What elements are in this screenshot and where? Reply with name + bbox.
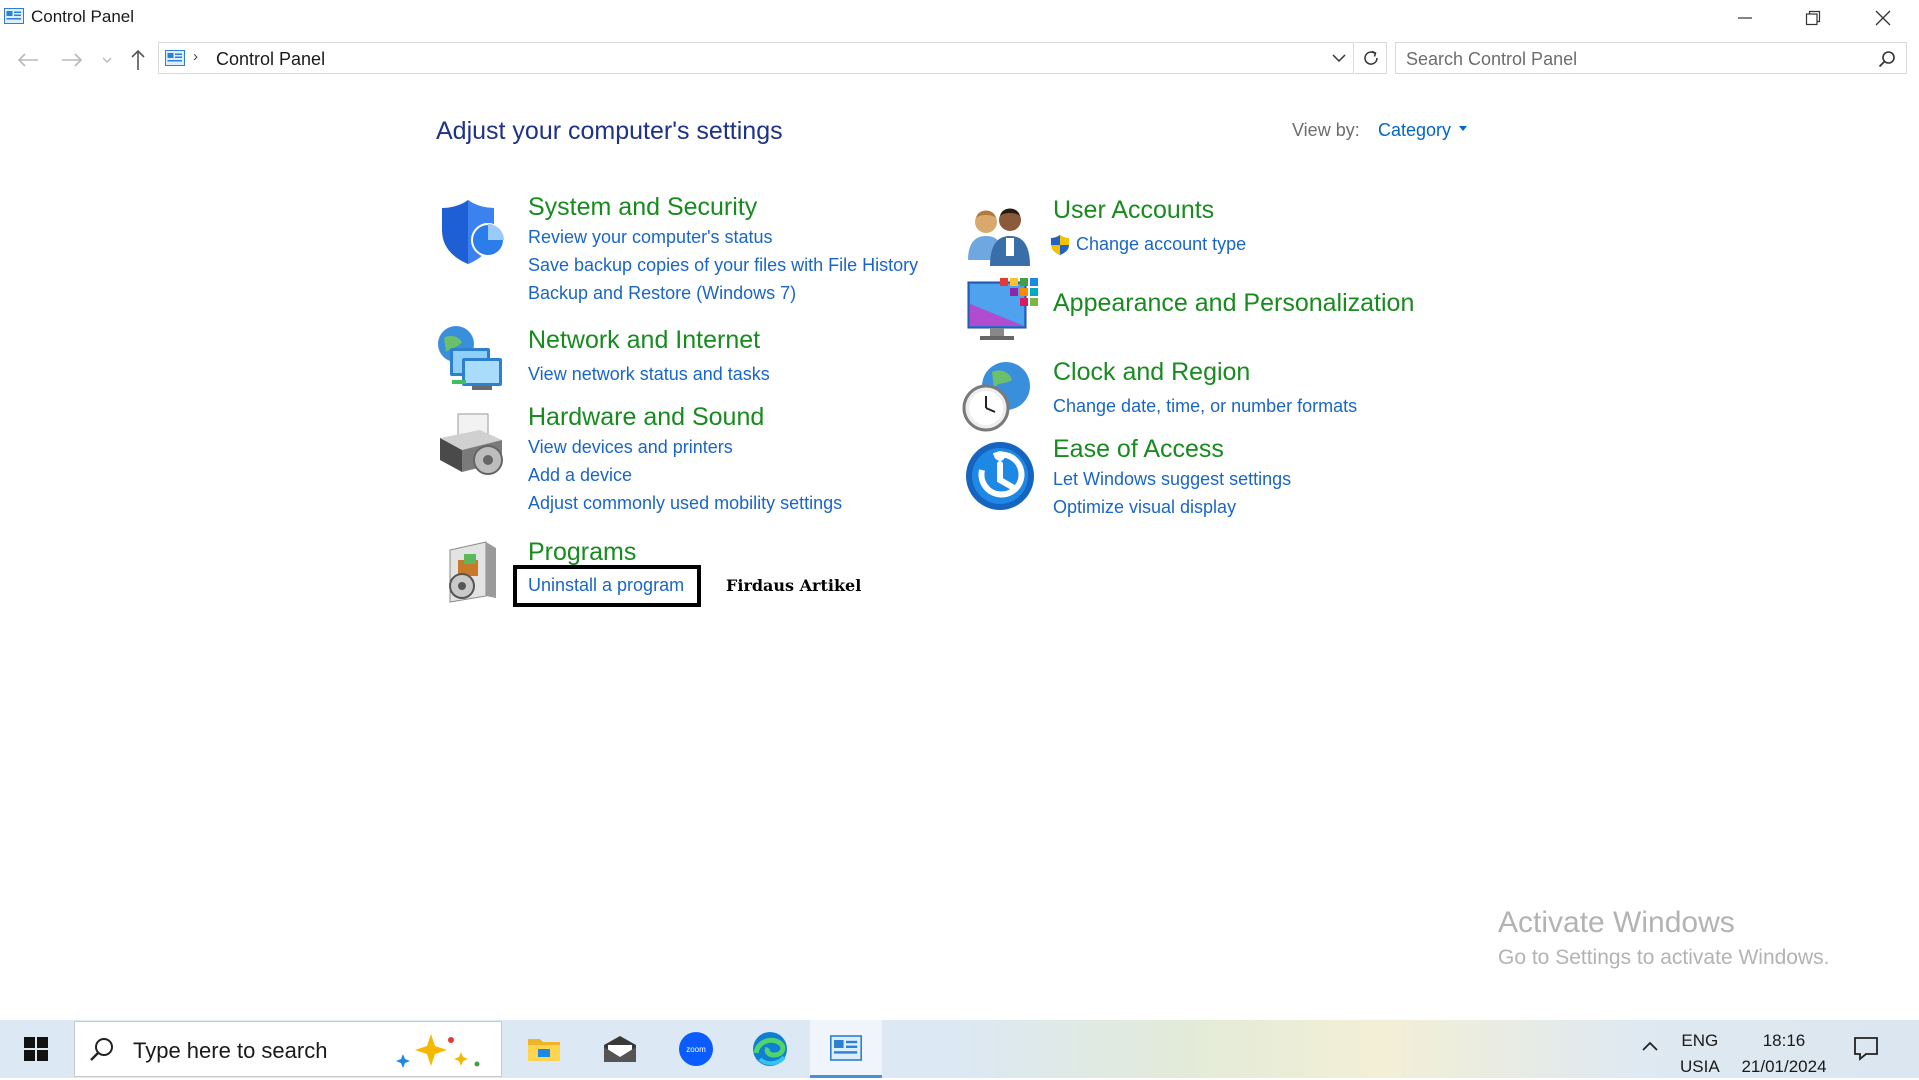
control-panel-icon bbox=[830, 1034, 862, 1061]
author-watermark: Firdaus Artikel bbox=[726, 576, 862, 595]
clock-globe-icon[interactable] bbox=[962, 360, 1034, 432]
chevron-down-icon bbox=[102, 57, 112, 63]
breadcrumb-chevron-icon[interactable]: › bbox=[193, 48, 198, 65]
restore-button[interactable] bbox=[1778, 0, 1848, 36]
page-title: Adjust your computer's settings bbox=[436, 117, 783, 145]
highlight-box bbox=[513, 565, 701, 607]
ease-of-access-icon[interactable] bbox=[964, 440, 1036, 512]
mail-icon bbox=[604, 1036, 636, 1062]
link-windows-suggest-settings[interactable]: Let Windows suggest settings bbox=[1053, 469, 1291, 490]
minimize-icon bbox=[1738, 17, 1752, 19]
search-icon bbox=[1878, 51, 1895, 68]
close-button[interactable] bbox=[1848, 0, 1918, 36]
view-by-dropdown[interactable]: Category bbox=[1378, 120, 1468, 141]
printer-icon[interactable] bbox=[436, 410, 508, 482]
link-review-computer-status[interactable]: Review your computer's status bbox=[528, 227, 773, 248]
copilot-sparkle-icon[interactable] bbox=[393, 1030, 489, 1070]
category-title-ease-of-access[interactable]: Ease of Access bbox=[1053, 435, 1224, 464]
restore-icon bbox=[1805, 10, 1821, 26]
uac-shield-icon bbox=[1051, 235, 1069, 255]
category-title-hardware-and-sound[interactable]: Hardware and Sound bbox=[528, 403, 764, 432]
up-button[interactable] bbox=[126, 48, 150, 72]
refresh-icon bbox=[1363, 50, 1378, 65]
control-panel-icon bbox=[165, 50, 185, 66]
network-icon[interactable] bbox=[436, 322, 508, 394]
breadcrumb-control-panel[interactable]: Control Panel bbox=[216, 49, 325, 70]
category-title-system-and-security[interactable]: System and Security bbox=[528, 193, 757, 222]
control-panel-icon bbox=[4, 8, 24, 24]
category-title-clock-and-region[interactable]: Clock and Region bbox=[1053, 358, 1250, 387]
language-indicator[interactable]: ENG USIA bbox=[1680, 1028, 1720, 1080]
minimize-button[interactable] bbox=[1710, 0, 1780, 36]
taskbar: Type here to search zoom ENG USIA 18:16 … bbox=[0, 1020, 1919, 1078]
link-optimize-visual-display[interactable]: Optimize visual display bbox=[1053, 497, 1236, 518]
link-change-account-type[interactable]: Change account type bbox=[1076, 234, 1246, 255]
keyboard-layout: USIA bbox=[1680, 1057, 1720, 1076]
search-placeholder: Search Control Panel bbox=[1406, 49, 1578, 69]
edge-icon bbox=[753, 1032, 787, 1066]
link-network-status[interactable]: View network status and tasks bbox=[528, 364, 770, 385]
arrow-right-icon bbox=[62, 53, 83, 67]
file-explorer-icon bbox=[528, 1039, 560, 1061]
address-bar[interactable]: › Control Panel bbox=[158, 42, 1354, 74]
refresh-button[interactable] bbox=[1355, 42, 1387, 74]
chevron-up-icon[interactable] bbox=[1640, 1036, 1660, 1056]
link-file-history[interactable]: Save backup copies of your files with Fi… bbox=[528, 255, 918, 276]
monitor-palette-icon[interactable] bbox=[966, 276, 1038, 348]
arrow-up-icon bbox=[131, 49, 145, 70]
taskbar-zoom[interactable]: zoom bbox=[660, 1020, 732, 1078]
view-by-label: View by: bbox=[1292, 120, 1360, 140]
view-by-value: Category bbox=[1378, 120, 1452, 140]
category-title-appearance[interactable]: Appearance and Personalization bbox=[1053, 289, 1414, 318]
zoom-icon: zoom bbox=[679, 1032, 713, 1066]
search-icon bbox=[90, 1038, 113, 1061]
language-code: ENG bbox=[1681, 1031, 1719, 1050]
link-add-device[interactable]: Add a device bbox=[528, 465, 632, 486]
activate-windows-subtitle: Go to Settings to activate Windows. bbox=[1498, 946, 1830, 969]
programs-icon[interactable] bbox=[440, 536, 512, 608]
category-title-network-and-internet[interactable]: Network and Internet bbox=[528, 326, 760, 355]
back-button[interactable] bbox=[16, 48, 40, 72]
forward-button[interactable] bbox=[60, 48, 84, 72]
category-title-user-accounts[interactable]: User Accounts bbox=[1053, 196, 1214, 225]
taskbar-file-explorer[interactable] bbox=[508, 1020, 580, 1078]
activate-windows-title: Activate Windows bbox=[1498, 906, 1735, 939]
search-input[interactable]: Search Control Panel bbox=[1395, 42, 1907, 74]
recent-locations-button[interactable] bbox=[98, 48, 116, 72]
link-mobility-settings[interactable]: Adjust commonly used mobility settings bbox=[528, 493, 842, 514]
zoom-label: zoom bbox=[686, 1045, 706, 1054]
close-icon bbox=[1875, 10, 1891, 26]
category-title-programs[interactable]: Programs bbox=[528, 538, 636, 567]
chevron-down-icon[interactable] bbox=[1331, 50, 1347, 66]
taskbar-edge[interactable] bbox=[734, 1020, 806, 1078]
taskbar-search-placeholder: Type here to search bbox=[133, 1038, 328, 1063]
windows-logo-icon bbox=[24, 1037, 48, 1061]
clock-time: 18:16 bbox=[1762, 1031, 1806, 1050]
link-date-time-formats[interactable]: Change date, time, or number formats bbox=[1053, 396, 1357, 417]
arrow-left-icon bbox=[17, 53, 38, 67]
notification-icon[interactable] bbox=[1852, 1034, 1880, 1062]
taskbar-search-input[interactable]: Type here to search bbox=[74, 1021, 502, 1077]
taskbar-mail[interactable] bbox=[584, 1020, 656, 1078]
shield-icon[interactable] bbox=[438, 196, 510, 268]
link-devices-and-printers[interactable]: View devices and printers bbox=[528, 437, 733, 458]
clock-date: 21/01/2024 bbox=[1741, 1057, 1827, 1076]
taskbar-control-panel[interactable] bbox=[810, 1020, 882, 1078]
start-button[interactable] bbox=[0, 1020, 72, 1078]
caret-down-icon bbox=[1459, 125, 1468, 131]
clock[interactable]: 18:16 21/01/2024 bbox=[1736, 1028, 1832, 1080]
title-bar: Control Panel bbox=[0, 0, 1919, 36]
link-backup-restore[interactable]: Backup and Restore (Windows 7) bbox=[528, 283, 796, 304]
window-title: Control Panel bbox=[31, 7, 135, 26]
users-icon[interactable] bbox=[966, 202, 1038, 274]
